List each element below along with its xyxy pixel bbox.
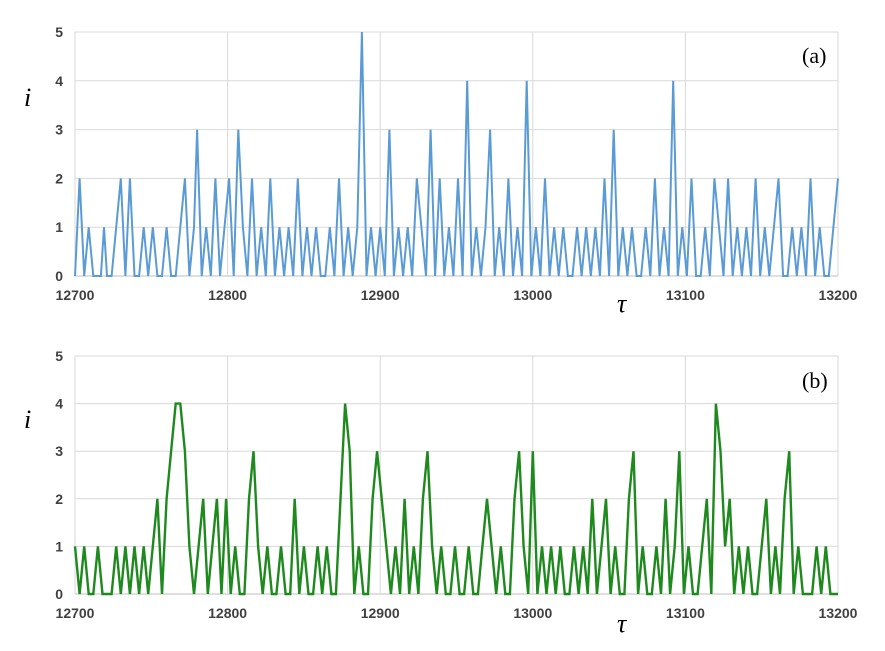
x-tick-label: 13000 xyxy=(513,605,552,621)
y-axis-label-a: i xyxy=(24,83,31,112)
y-axis-label-b: i xyxy=(24,405,31,434)
x-tick-label: 13000 xyxy=(513,287,552,303)
x-tick-label: 13200 xyxy=(819,287,858,303)
x-tick-label: 12700 xyxy=(56,287,95,303)
x-tick-labels-b: 12700 12800 12900 13000 13100 13200 xyxy=(56,605,858,621)
panel-a: 012345 12700 12800 12900 13000 13100 13200 i … xyxy=(24,24,858,318)
plot-area-a xyxy=(75,32,838,276)
panel-label-a: (a) xyxy=(802,43,826,68)
y-tick-label: 3 xyxy=(55,122,63,138)
x-tick-label: 13100 xyxy=(666,605,705,621)
x-tick-label: 13200 xyxy=(819,605,858,621)
x-tick-labels-a: 12700 12800 12900 13000 13100 13200 xyxy=(56,287,858,303)
y-tick-label: 0 xyxy=(55,268,63,284)
x-tick-label: 12900 xyxy=(361,287,400,303)
x-axis-label-b: τ xyxy=(617,609,628,638)
panel-label-b: (b) xyxy=(802,368,828,393)
x-tick-label: 13100 xyxy=(666,287,705,303)
y-tick-label: 4 xyxy=(55,396,63,412)
y-tick-label: 0 xyxy=(55,586,63,602)
y-tick-label: 2 xyxy=(55,170,63,186)
panel-b: 012345 12700 12800 12900 13000 13100 13200 i … xyxy=(24,348,858,638)
x-tick-label: 12800 xyxy=(208,287,247,303)
figure: 012345 12700 12800 12900 13000 13100 13200 i … xyxy=(24,24,858,638)
y-tick-label: 4 xyxy=(55,73,63,89)
y-tick-labels-a: 0 1 2 3 4 5 xyxy=(55,24,63,284)
x-tick-label: 12900 xyxy=(361,605,400,621)
y-tick-label: 1 xyxy=(55,219,63,235)
y-tick-label: 1 xyxy=(55,538,63,554)
x-axis-label-a: τ xyxy=(617,289,628,318)
y-tick-label: 3 xyxy=(55,443,63,459)
y-tick-label: 5 xyxy=(55,24,63,40)
y-tick-labels-b: 0 1 2 3 4 5 xyxy=(55,348,63,602)
y-tick-label: 2 xyxy=(55,491,63,507)
x-tick-label: 12800 xyxy=(208,605,247,621)
y-tick-label: 5 xyxy=(55,348,63,364)
x-tick-label: 12700 xyxy=(56,605,95,621)
